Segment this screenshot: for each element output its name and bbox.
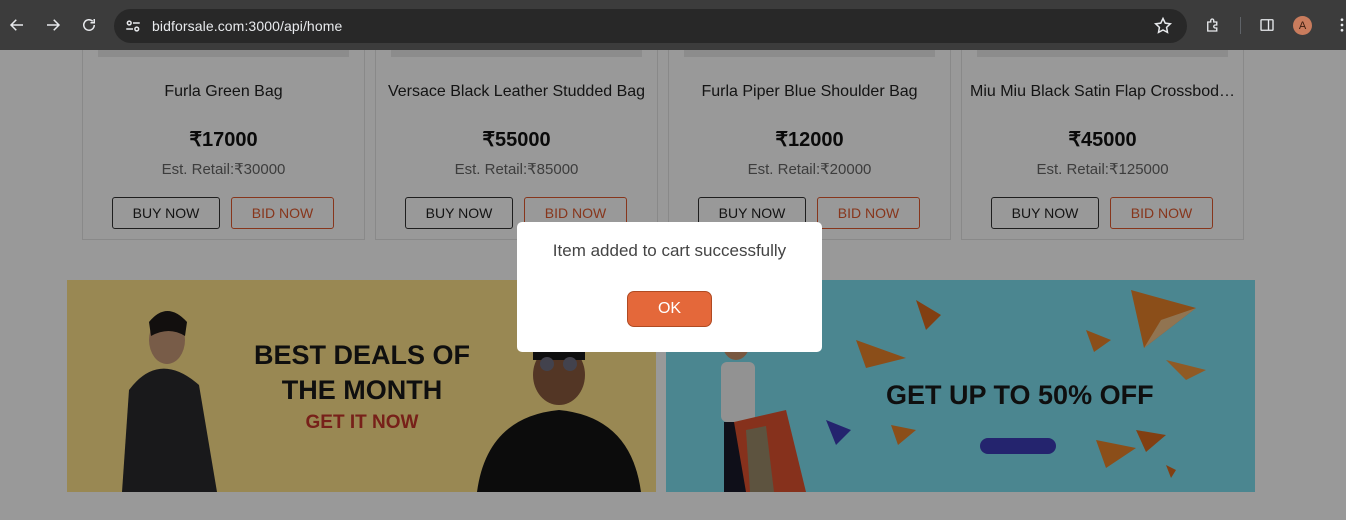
cart-success-dialog: Item added to cart successfully OK: [517, 222, 822, 352]
dialog-message: Item added to cart successfully: [552, 241, 787, 260]
address-bar[interactable]: bidforsale.com:3000/api/home: [114, 9, 1187, 43]
ok-button[interactable]: OK: [627, 291, 712, 327]
browser-toolbar: bidforsale.com:3000/api/home A: [0, 0, 1346, 50]
back-icon[interactable]: [5, 13, 29, 37]
toolbar-divider: [1240, 17, 1241, 34]
url-text[interactable]: bidforsale.com:3000/api/home: [152, 18, 342, 34]
side-panel-icon[interactable]: [1255, 13, 1279, 37]
site-info-icon[interactable]: [124, 17, 142, 35]
profile-avatar[interactable]: A: [1293, 16, 1312, 35]
bookmark-star-icon[interactable]: [1153, 16, 1173, 36]
reload-icon[interactable]: [77, 13, 101, 37]
extensions-icon[interactable]: [1201, 13, 1225, 37]
menu-kebab-icon[interactable]: [1330, 13, 1346, 37]
forward-icon[interactable]: [41, 13, 65, 37]
